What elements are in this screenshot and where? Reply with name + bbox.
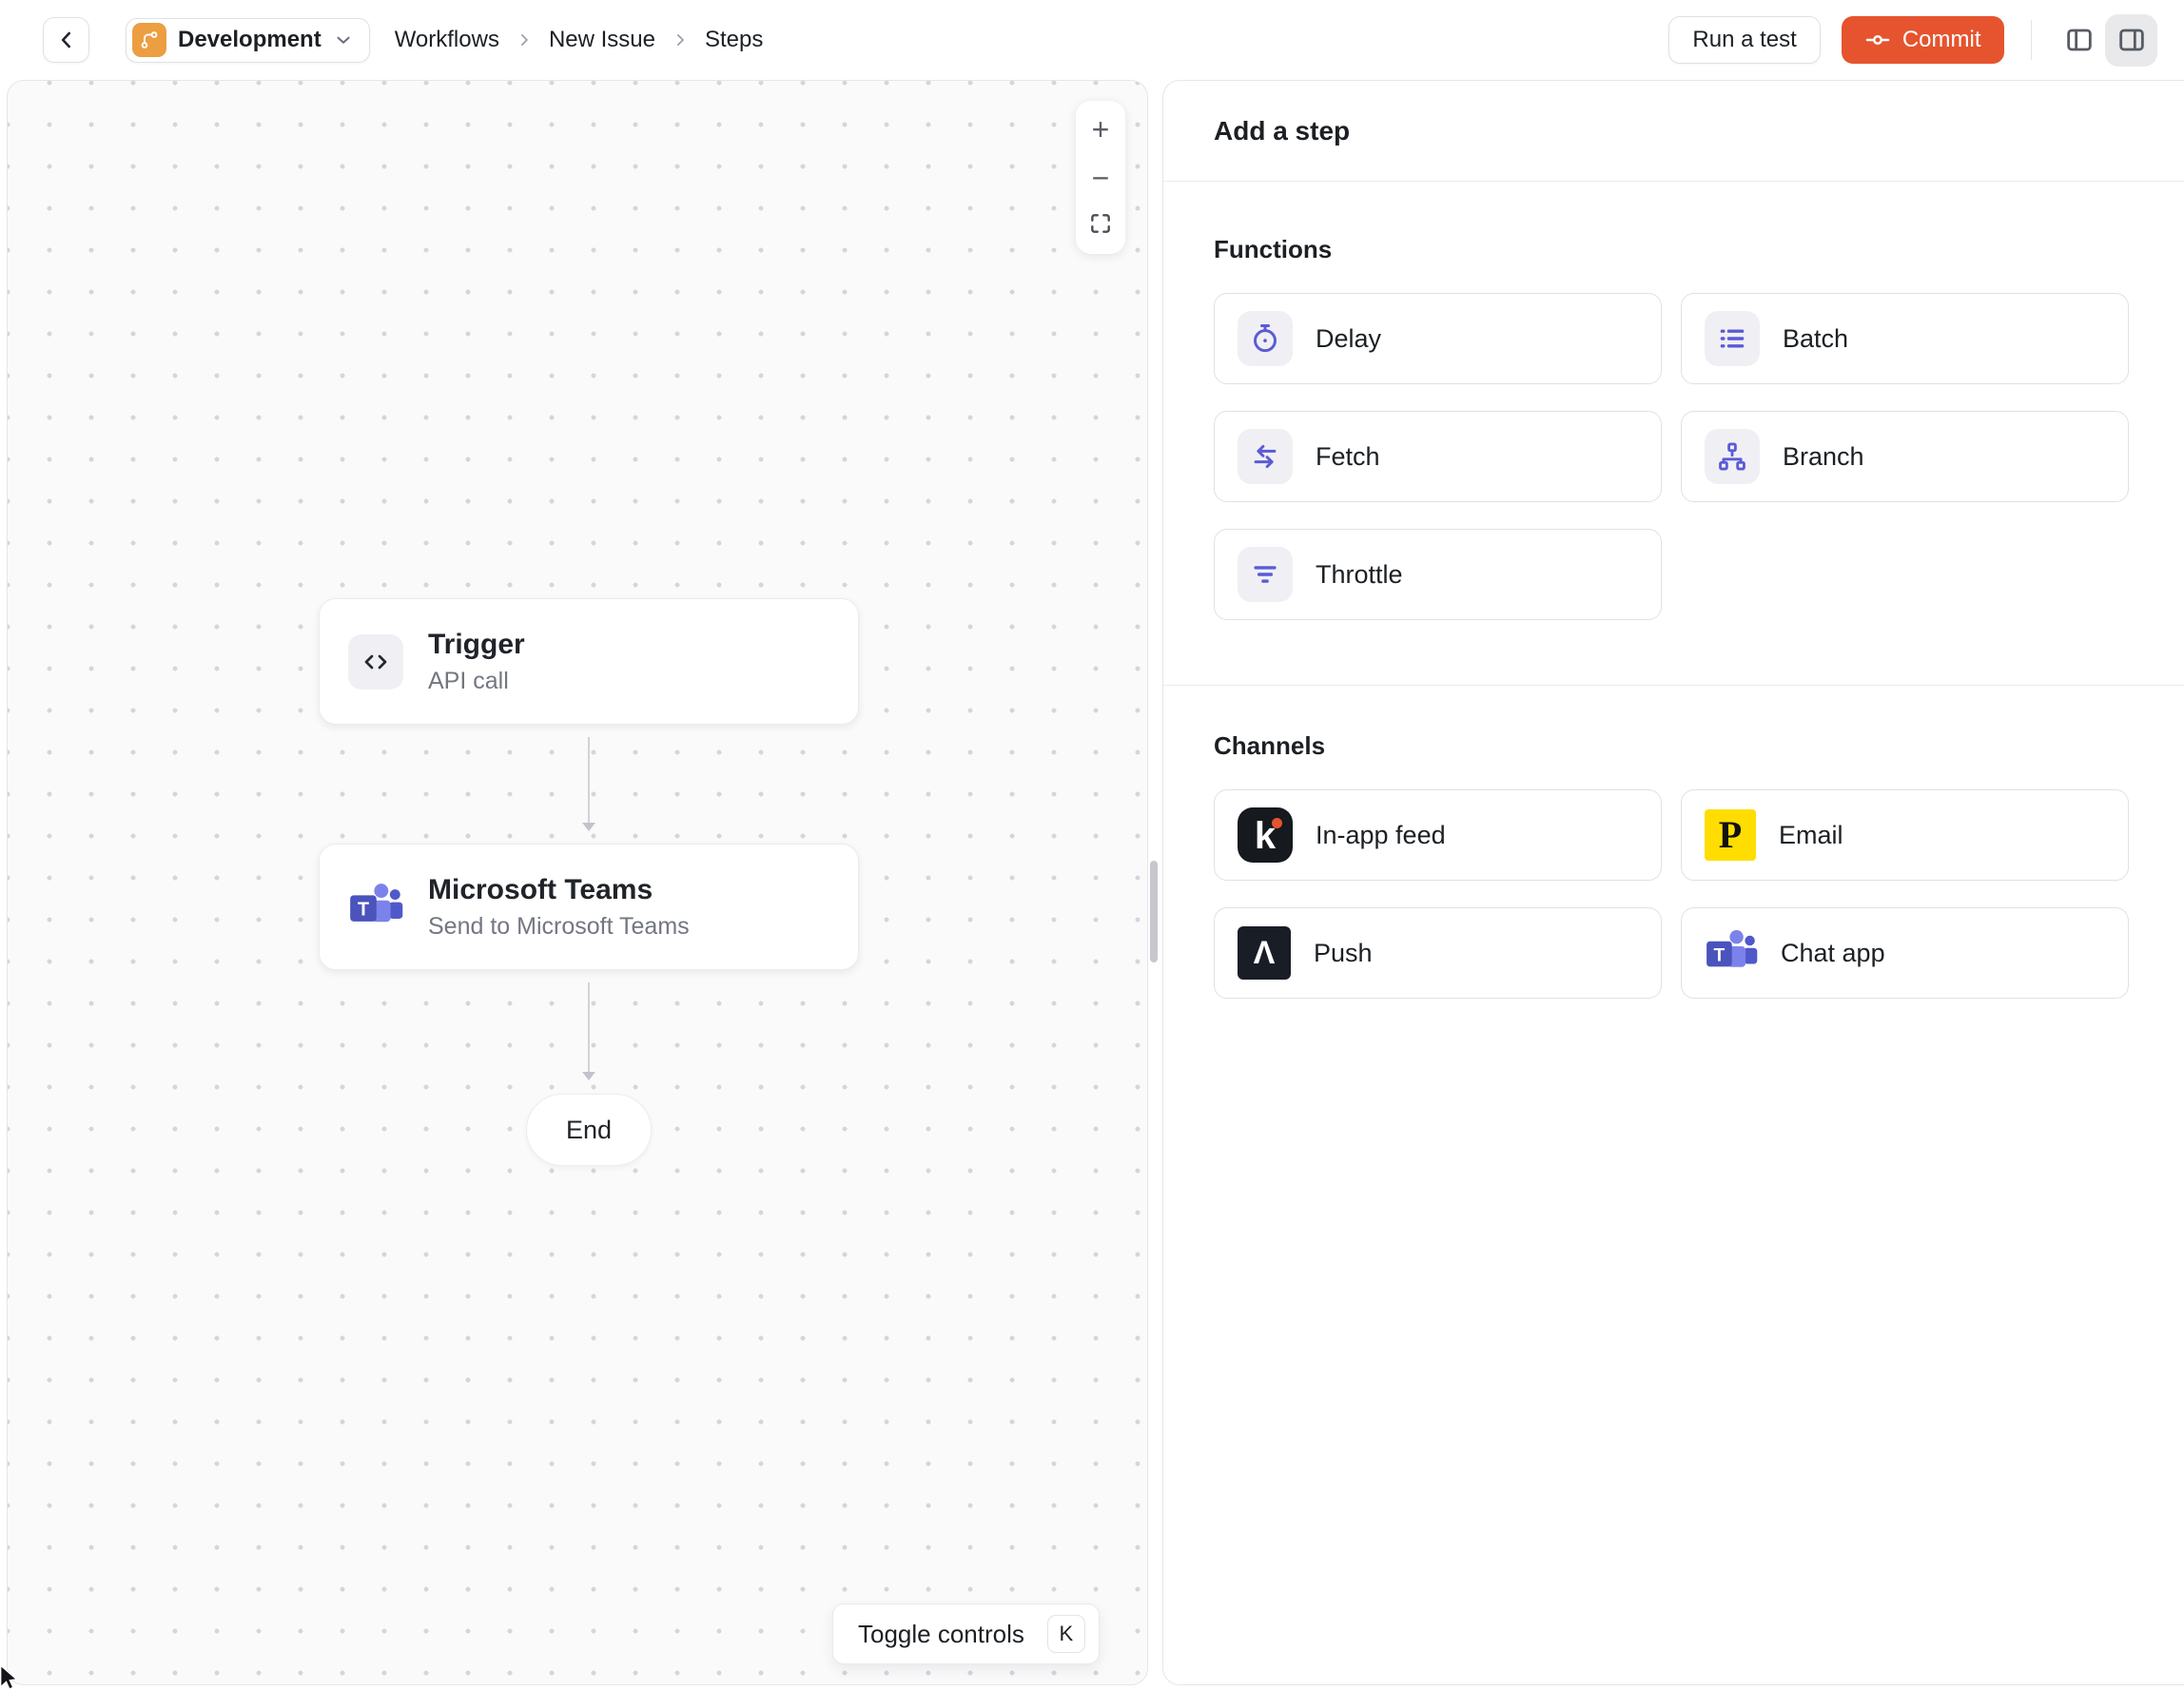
breadcrumb-workflows[interactable]: Workflows: [395, 27, 499, 53]
step-card-label: Delay: [1316, 323, 1382, 353]
fit-view-button[interactable]: [1082, 206, 1120, 244]
teams-node-subtitle: Send to Microsoft Teams: [428, 912, 690, 940]
step-card-push[interactable]: Λ Push: [1214, 907, 1662, 999]
end-node-label: End: [565, 1115, 613, 1144]
stopwatch-icon: [1238, 311, 1293, 366]
step-card-delay[interactable]: Delay: [1214, 293, 1662, 384]
expo-caret: Λ: [1253, 935, 1276, 971]
ms-teams-logo-icon: T: [1705, 926, 1758, 980]
channels-grid: k In-app feed P Email Λ Push T Chat app: [1214, 789, 2129, 999]
breadcrumb-steps[interactable]: Steps: [705, 27, 763, 53]
breadcrumb: Workflows New Issue Steps: [395, 27, 764, 53]
step-card-chat-app[interactable]: T Chat app: [1681, 907, 2129, 999]
section-divider: [1163, 685, 2184, 686]
sidebar-left-icon: [2066, 29, 2092, 51]
panel-title: Add a step: [1214, 115, 1351, 146]
knock-logo-icon: k: [1238, 807, 1293, 863]
fit-screen-icon: [1091, 214, 1110, 233]
step-card-fetch[interactable]: Fetch: [1214, 411, 1662, 502]
step-card-label: Chat app: [1781, 938, 1885, 967]
commit-label: Commit: [1901, 27, 1981, 52]
chevron-down-icon: [337, 36, 350, 44]
top-bar: Development Workflows New Issue Steps Ru…: [0, 0, 2184, 80]
commit-button[interactable]: Commit: [1841, 16, 2004, 64]
environment-label: Development: [178, 27, 322, 52]
breadcrumb-new-issue[interactable]: New Issue: [549, 27, 655, 53]
step-card-label: Batch: [1783, 323, 1849, 353]
step-card-throttle[interactable]: Throttle: [1214, 529, 1662, 620]
zoom-out-button[interactable]: −: [1082, 159, 1120, 197]
code-brackets-icon: [348, 633, 403, 690]
panel-body: Functions Delay Batch Fetch Branch Throt…: [1163, 235, 2184, 999]
functions-grid: Delay Batch Fetch Branch Throttle: [1214, 293, 2129, 620]
expo-logo-icon: Λ: [1238, 926, 1291, 980]
connector-arrow: [582, 737, 595, 831]
connector-arrow: [582, 982, 595, 1080]
end-node[interactable]: End: [526, 1094, 652, 1166]
teams-node-title: Microsoft Teams: [428, 873, 653, 905]
workflow-canvas[interactable]: + − Trigger API call T Microsoft Teams S…: [7, 80, 1148, 1685]
zoom-in-button[interactable]: +: [1082, 110, 1120, 148]
step-card-label: Fetch: [1316, 441, 1380, 471]
step-card-email[interactable]: P Email: [1681, 789, 2129, 881]
knock-dot: [1272, 818, 1282, 828]
trigger-node-subtitle: API call: [428, 667, 509, 694]
funnel-lines-icon: [1238, 547, 1293, 602]
swap-arrows-icon: [1238, 429, 1293, 484]
git-branch-icon: [132, 23, 166, 57]
teams-node[interactable]: T Microsoft Teams Send to Microsoft Team…: [319, 844, 859, 970]
chevron-right-icon: [671, 30, 690, 49]
functions-section-label: Functions: [1214, 235, 1333, 263]
step-card-label: Branch: [1783, 441, 1864, 471]
tree-icon: [1705, 429, 1760, 484]
back-button[interactable]: [43, 17, 89, 63]
trigger-node[interactable]: Trigger API call: [319, 598, 859, 725]
keyboard-shortcut-badge: K: [1046, 1615, 1085, 1653]
step-card-branch[interactable]: Branch: [1681, 411, 2129, 502]
postmark-logo-icon: P: [1705, 809, 1756, 861]
teams-letter: T: [1714, 945, 1726, 965]
step-card-label: Push: [1314, 938, 1373, 967]
git-commit-icon: [1865, 35, 1890, 45]
run-test-button[interactable]: Run a test: [1668, 16, 1821, 64]
step-card-label: In-app feed: [1316, 820, 1446, 849]
step-card-in-app-feed[interactable]: k In-app feed: [1214, 789, 1662, 881]
canvas-zoom-controls: + −: [1076, 101, 1125, 254]
channels-section-label: Channels: [1214, 731, 1326, 760]
teams-letter: T: [358, 899, 369, 920]
trigger-node-title: Trigger: [428, 628, 525, 660]
panel-header: Add a step: [1163, 81, 2184, 182]
step-card-label: Throttle: [1316, 559, 1403, 589]
list-icon: [1705, 311, 1760, 366]
toggle-left-panel-button[interactable]: [2053, 14, 2105, 67]
sidebar-right-icon: [2118, 29, 2144, 51]
chevron-left-icon: [61, 31, 70, 49]
toggle-right-panel-button[interactable]: [2105, 13, 2157, 67]
postmark-letter: P: [1718, 813, 1743, 856]
environment-switcher[interactable]: Development: [126, 17, 370, 63]
ms-teams-icon: T: [348, 880, 403, 935]
header-actions: Run a test Commit: [1668, 13, 2157, 67]
add-step-panel: Add a step Functions Delay Batch Fetch B…: [1162, 80, 2184, 1685]
step-card-label: Email: [1779, 820, 1843, 849]
step-card-batch[interactable]: Batch: [1681, 293, 2129, 384]
main-area: + − Trigger API call T Microsoft Teams S…: [0, 80, 2184, 1691]
chevron-right-icon: [515, 30, 534, 49]
toggle-controls-label: Toggle controls: [858, 1619, 1024, 1648]
divider: [2030, 20, 2032, 60]
canvas-scrollbar-thumb[interactable]: [1150, 861, 1158, 962]
toggle-controls-button[interactable]: Toggle controls K: [832, 1604, 1100, 1664]
